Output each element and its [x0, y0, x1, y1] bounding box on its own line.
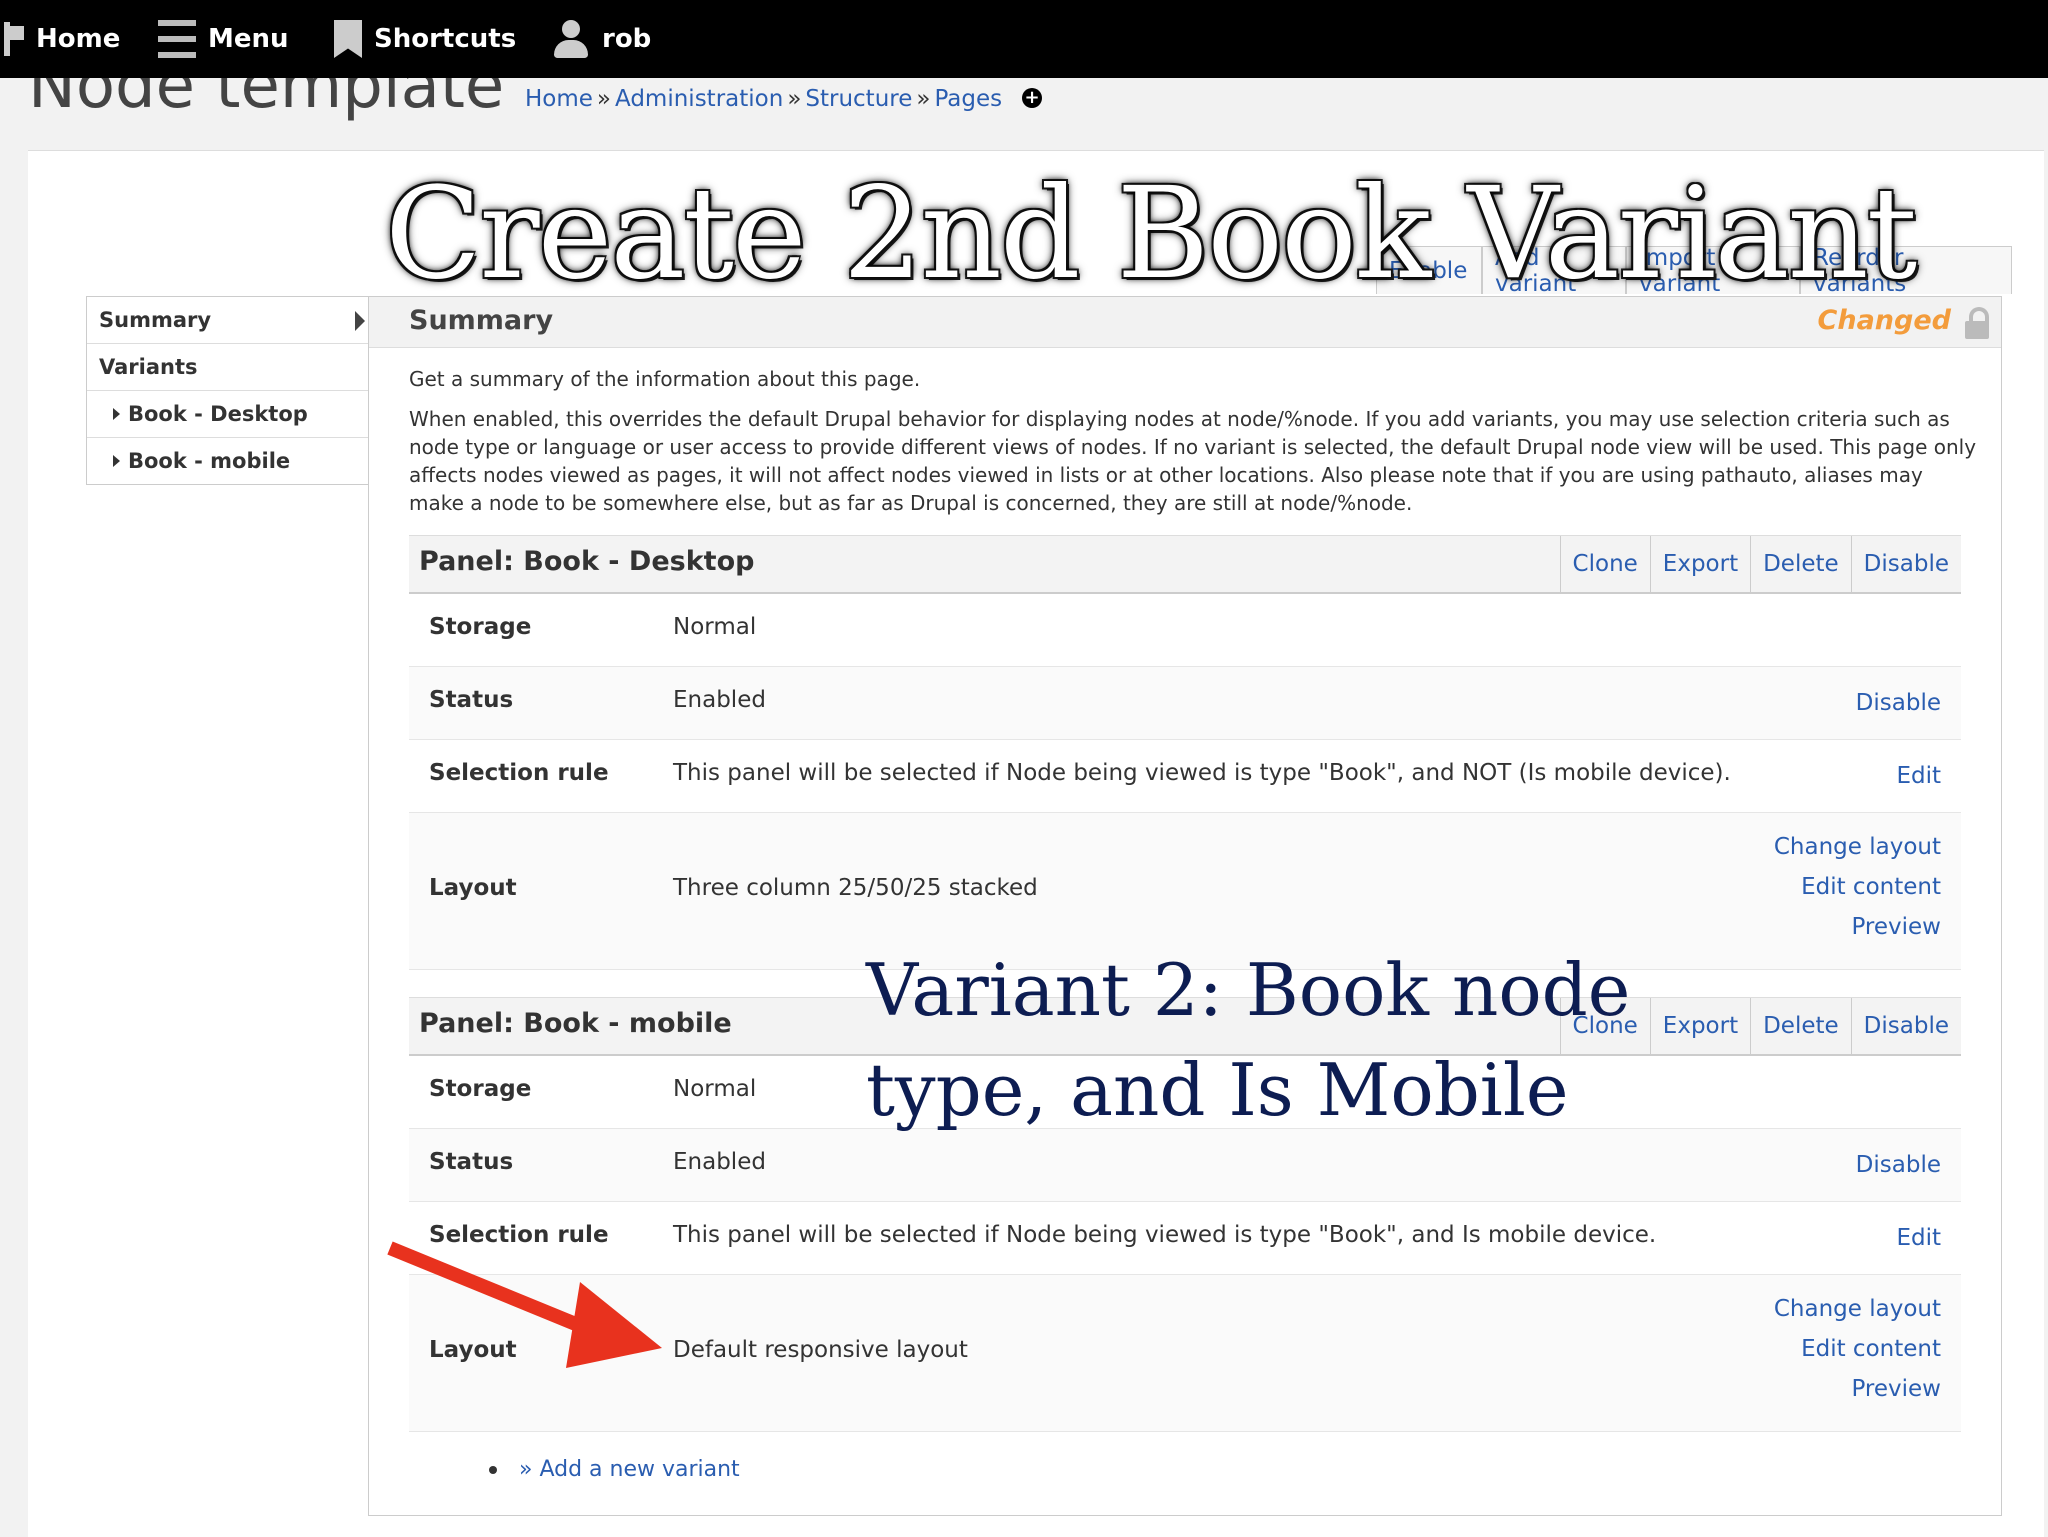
slide-title: Create 2nd Book Variant [385, 160, 1917, 307]
breadcrumb-administration[interactable]: Administration [615, 86, 783, 112]
toolbar-shortcuts-label: Shortcuts [374, 24, 517, 54]
breadcrumb-structure[interactable]: Structure [805, 86, 912, 112]
status-label: Status [429, 687, 514, 713]
delete-button[interactable]: Delete [1750, 998, 1851, 1054]
lock-icon [1965, 307, 1989, 339]
sidebar-item-variants: Variants [87, 344, 369, 391]
disable-button[interactable]: Disable [1850, 536, 1961, 592]
toolbar-home[interactable]: Home [4, 0, 120, 78]
bullet-icon [489, 1466, 497, 1474]
layout-value: Default responsive layout [673, 1337, 968, 1363]
selection-rule-edit-link[interactable]: Edit [1896, 756, 1941, 796]
user-icon [552, 20, 590, 58]
bookmark-icon [334, 20, 362, 58]
breadcrumb: Home» Administration» Structure» Pages [525, 86, 1003, 112]
layout-label: Layout [429, 875, 517, 901]
storage-label: Storage [429, 614, 532, 640]
home-icon [4, 22, 24, 56]
sidebar-item-summary[interactable]: Summary [87, 297, 369, 344]
summary-title: Summary [409, 305, 554, 336]
layout-links: Change layout Edit content Preview [1774, 1289, 1941, 1409]
preview-link[interactable]: Preview [1774, 1369, 1941, 1409]
export-button[interactable]: Export [1649, 998, 1750, 1054]
triangle-right-icon [113, 455, 120, 467]
toolbar-shortcuts[interactable]: Shortcuts [334, 0, 516, 78]
sidebar-item-label: Summary [99, 308, 212, 332]
selection-rule-value: This panel will be selected if Node bein… [673, 760, 1731, 786]
toolbar-menu-label: Menu [208, 24, 289, 54]
menu-icon [158, 20, 196, 58]
arrow-shaft [387, 1241, 603, 1341]
annotation-line-2: type, and Is Mobile [866, 1048, 1569, 1132]
triangle-right-icon [113, 408, 120, 420]
arrow-head [566, 1282, 662, 1368]
status-disable-link[interactable]: Disable [1856, 683, 1941, 723]
preview-link[interactable]: Preview [1774, 907, 1941, 947]
edit-content-link[interactable]: Edit content [1774, 1329, 1941, 1369]
status-disable-link[interactable]: Disable [1856, 1145, 1941, 1185]
status-value: Enabled [673, 1149, 766, 1175]
change-layout-link[interactable]: Change layout [1774, 1289, 1941, 1329]
layout-links: Change layout Edit content Preview [1774, 827, 1941, 947]
summary-help-text: When enabled, this overrides the default… [409, 407, 1977, 515]
selection-rule-value: This panel will be selected if Node bein… [673, 1222, 1657, 1248]
status-value: Enabled [673, 687, 766, 713]
panel-book-desktop: Panel: Book - Desktop Clone Export Delet… [409, 535, 1961, 970]
toolbar-menu[interactable]: Menu [158, 0, 289, 78]
layout-value: Three column 25/50/25 stacked [673, 875, 1038, 901]
delete-button[interactable]: Delete [1750, 536, 1851, 592]
sidebar: Summary Variants Book - Desktop Book - m… [86, 296, 370, 485]
sidebar-item-book-mobile[interactable]: Book - mobile [87, 438, 369, 484]
edit-content-link[interactable]: Edit content [1774, 867, 1941, 907]
selection-rule-edit-link[interactable]: Edit [1896, 1218, 1941, 1258]
storage-row: Storage Normal [409, 594, 1961, 667]
toolbar-home-label: Home [36, 24, 121, 54]
storage-value: Normal [673, 1076, 757, 1102]
panel-actions: Clone Export Delete Disable [1559, 536, 1961, 592]
sidebar-item-book-desktop[interactable]: Book - Desktop [87, 391, 369, 438]
breadcrumb-pages[interactable]: Pages [934, 86, 1002, 112]
panel-header: Panel: Book - Desktop Clone Export Delet… [409, 535, 1961, 594]
selection-rule-label: Selection rule [429, 760, 609, 786]
panel-title: Panel: Book - mobile [419, 1008, 732, 1039]
clone-button[interactable]: Clone [1559, 536, 1650, 592]
summary-description: Get a summary of the information about t… [409, 367, 921, 391]
disable-button[interactable]: Disable [1850, 998, 1961, 1054]
annotation-text: Variant 2: Book node type, and Is Mobile [866, 940, 1630, 1140]
change-layout-link[interactable]: Change layout [1774, 827, 1941, 867]
selection-rule-row: Selection rule This panel will be select… [409, 740, 1961, 813]
storage-value: Normal [673, 614, 757, 640]
export-button[interactable]: Export [1649, 536, 1750, 592]
sidebar-item-label: Book - Desktop [128, 402, 308, 426]
changed-indicator: Changed [1817, 305, 1951, 336]
status-row: Status Enabled Disable [409, 667, 1961, 740]
add-variant-link[interactable]: » Add a new variant [519, 1457, 740, 1482]
breadcrumb-home[interactable]: Home [525, 86, 593, 112]
toolbar-user[interactable]: rob [552, 0, 651, 78]
toolbar-user-label: rob [602, 24, 652, 54]
annotation-line-1: Variant 2: Book node [866, 948, 1631, 1032]
caret-right-icon [355, 311, 365, 331]
admin-toolbar: Home Menu Shortcuts rob [0, 0, 2048, 78]
add-variant-item: » Add a new variant [489, 1457, 740, 1482]
red-arrow-icon [387, 1241, 662, 1368]
status-label: Status [429, 1149, 514, 1175]
panel-title: Panel: Book - Desktop [419, 546, 755, 577]
add-shortcut-icon[interactable]: + [1022, 88, 1042, 108]
sidebar-item-label: Book - mobile [128, 449, 291, 473]
storage-label: Storage [429, 1076, 532, 1102]
sidebar-item-label: Variants [99, 355, 198, 379]
